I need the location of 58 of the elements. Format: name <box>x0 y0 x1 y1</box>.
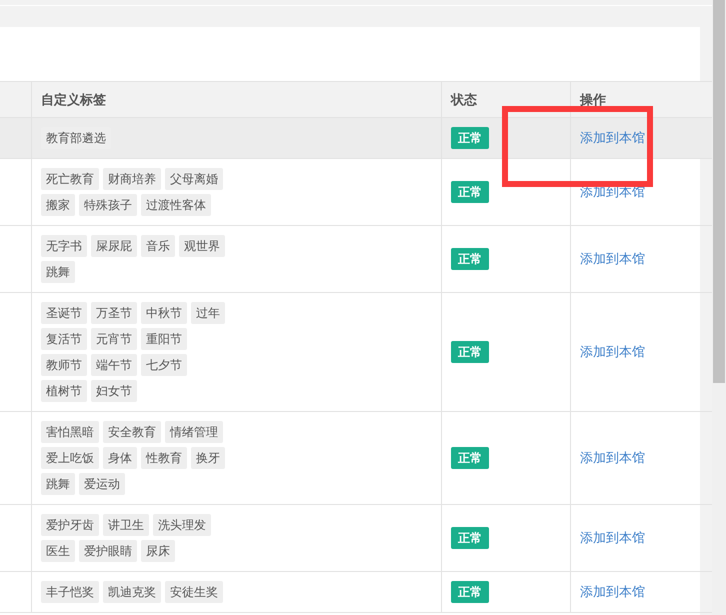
tag: 特殊孩子 <box>79 194 137 216</box>
tag: 万圣节 <box>91 302 137 324</box>
status-badge: 正常 <box>451 447 489 469</box>
status-badge: 正常 <box>451 581 489 603</box>
tag: 死亡教育 <box>41 168 99 190</box>
tag: 财商培养 <box>103 168 161 190</box>
tag: 爱运动 <box>79 473 125 495</box>
column-header: 状态 <box>442 82 570 118</box>
status-badge: 正常 <box>451 248 489 270</box>
tag: 过年 <box>191 302 225 324</box>
tag: 教育部遴选 <box>41 127 111 149</box>
tag: 搬家 <box>41 194 75 216</box>
tag: 圣诞节 <box>41 302 87 324</box>
tag: 爱护牙齿 <box>41 514 99 536</box>
tag: 过渡性客体 <box>141 194 211 216</box>
tag: 观世界 <box>179 235 225 257</box>
tag: 害怕黑暗 <box>41 421 99 443</box>
tag: 七夕节 <box>141 354 187 376</box>
tag: 尿床 <box>141 540 175 562</box>
tag: 情绪管理 <box>165 421 223 443</box>
add-link[interactable]: 添加到本馆 <box>580 451 645 466</box>
tag: 端午节 <box>91 354 137 376</box>
tag: 中秋节 <box>141 302 187 324</box>
tag: 无字书 <box>41 235 87 257</box>
tag: 妇女节 <box>91 380 137 402</box>
tag: 丰子恺奖 <box>41 581 99 603</box>
status-badge: 正常 <box>451 341 489 363</box>
tag: 屎尿屁 <box>91 235 137 257</box>
status-badge: 正常 <box>451 181 489 203</box>
tag: 父母离婚 <box>165 168 223 190</box>
tag: 换牙 <box>191 447 225 469</box>
tag: 教师节 <box>41 354 87 376</box>
add-link[interactable]: 添加到本馆 <box>580 531 645 546</box>
tag: 性教育 <box>141 447 187 469</box>
tag: 洗头理发 <box>153 514 211 536</box>
tag: 跳舞 <box>41 473 75 495</box>
tag: 讲卫生 <box>103 514 149 536</box>
add-link[interactable]: 添加到本馆 <box>580 345 645 360</box>
tag: 爱上吃饭 <box>41 447 99 469</box>
tag: 跳舞 <box>41 261 75 283</box>
tag: 复活节 <box>41 328 87 350</box>
tag: 医生 <box>41 540 75 562</box>
scrollbar-thumb[interactable] <box>713 0 725 383</box>
tag: 爱护眼睛 <box>79 540 137 562</box>
add-link[interactable]: 添加到本馆 <box>580 585 645 600</box>
add-link[interactable]: 添加到本馆 <box>580 131 645 146</box>
tag: 凯迪克奖 <box>103 581 161 603</box>
column-header: 自定义标签 <box>32 82 442 118</box>
tag: 植树节 <box>41 380 87 402</box>
tag: 安徒生奖 <box>165 581 223 603</box>
tag: 音乐 <box>141 235 175 257</box>
tag: 身体 <box>103 447 137 469</box>
tag: 重阳节 <box>141 328 187 350</box>
tag: 元宵节 <box>91 328 137 350</box>
status-badge: 正常 <box>451 127 489 149</box>
status-badge: 正常 <box>451 527 489 549</box>
add-link[interactable]: 添加到本馆 <box>580 252 645 267</box>
tag: 安全教育 <box>103 421 161 443</box>
